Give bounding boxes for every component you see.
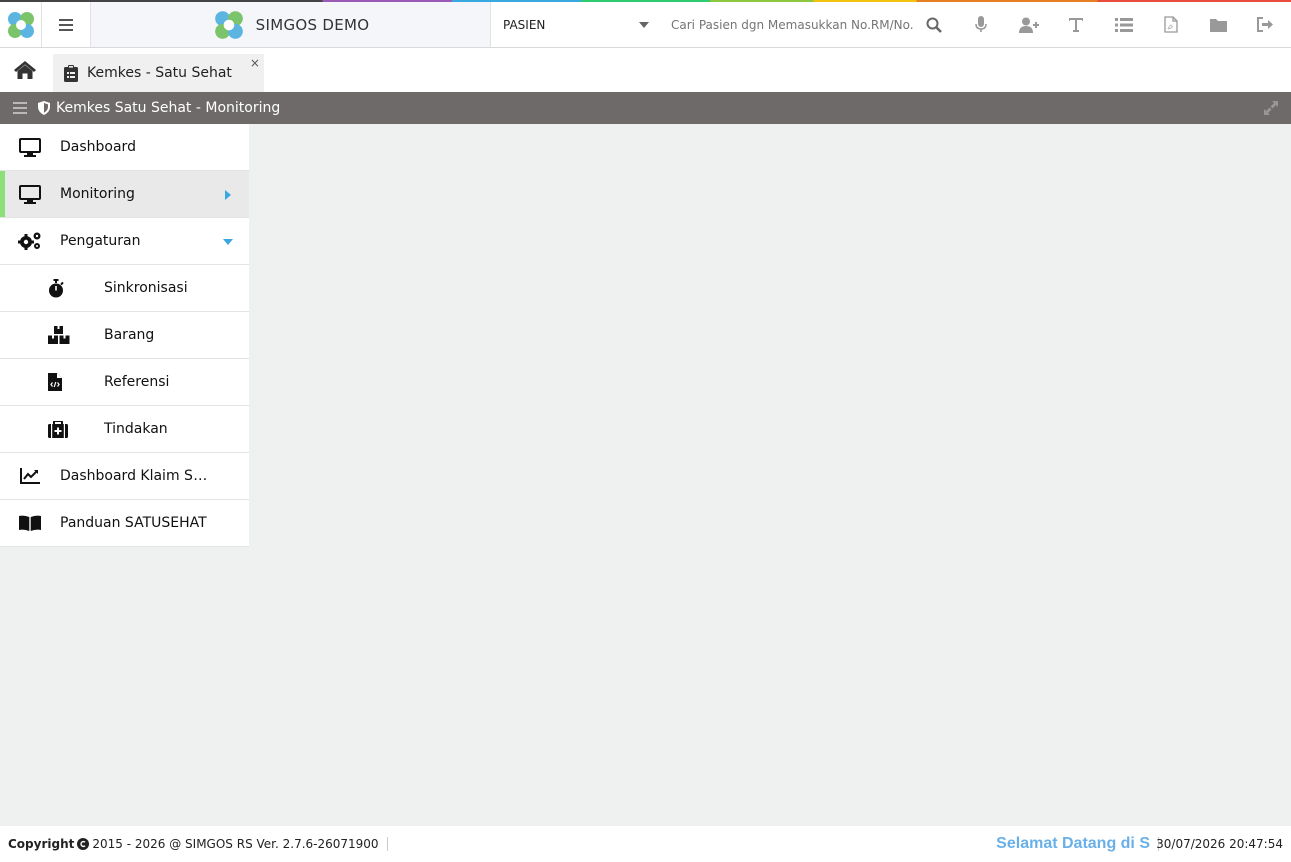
chart-line-icon bbox=[20, 468, 40, 484]
cogs-icon bbox=[18, 232, 41, 250]
microphone-icon[interactable] bbox=[970, 14, 992, 36]
search-category-value: PASIEN bbox=[503, 17, 546, 32]
shield-icon bbox=[38, 101, 50, 115]
sidebar-item-label: Dashboard bbox=[60, 139, 136, 155]
footer-copyright: Copyright 2015 - 2026 @ SIMGOS RS Ver. 2… bbox=[0, 837, 379, 851]
sidebar-item-dashboard[interactable]: Dashboard bbox=[0, 124, 249, 171]
patient-search-input[interactable] bbox=[671, 17, 913, 32]
add-user-icon[interactable] bbox=[1018, 14, 1040, 36]
stopwatch-icon bbox=[49, 278, 64, 297]
monitor-icon bbox=[19, 184, 41, 204]
sign-out-icon[interactable] bbox=[1255, 14, 1277, 36]
tab-close-icon[interactable]: × bbox=[250, 56, 260, 70]
monitor-icon bbox=[19, 137, 41, 157]
menu-toggle-button[interactable] bbox=[42, 2, 91, 47]
caret-right-icon bbox=[225, 190, 231, 200]
welcome-text: Selamat Datang di S bbox=[996, 835, 1150, 852]
search-category-select[interactable]: PASIEN bbox=[491, 2, 661, 47]
tab-kemkes-satu-sehat[interactable]: Kemkes - Satu Sehat × bbox=[53, 54, 264, 92]
list-icon[interactable] bbox=[1113, 14, 1135, 36]
copyright-icon bbox=[77, 838, 90, 850]
pdf-icon[interactable] bbox=[1160, 14, 1182, 36]
brand-name: SIMGOS DEMO bbox=[255, 15, 370, 34]
sidebar-item-monitoring[interactable]: Monitoring bbox=[0, 171, 249, 218]
sidebar-item-panduan[interactable]: Panduan SATUSEHAT bbox=[0, 500, 249, 547]
sidebar: Dashboard Monitoring Pengaturan Sinkroni… bbox=[0, 124, 249, 547]
app-logo[interactable] bbox=[0, 2, 42, 47]
text-icon[interactable] bbox=[1065, 14, 1087, 36]
clipboard-icon bbox=[64, 64, 78, 82]
file-code-icon bbox=[48, 373, 62, 391]
sidebar-item-label: Referensi bbox=[104, 374, 170, 390]
folder-icon[interactable] bbox=[1208, 14, 1230, 36]
tab-bar: Kemkes - Satu Sehat × bbox=[0, 48, 1291, 92]
sidebar-item-sinkronisasi[interactable]: Sinkronisasi bbox=[0, 265, 249, 312]
footer: Copyright 2015 - 2026 @ SIMGOS RS Ver. 2… bbox=[0, 826, 1291, 862]
toolbar-icons bbox=[913, 2, 1291, 47]
sidebar-item-label: Panduan SATUSEHAT bbox=[60, 515, 207, 531]
home-icon bbox=[14, 61, 36, 79]
sidebar-item-label: Barang bbox=[104, 327, 155, 343]
expand-icon[interactable] bbox=[1263, 100, 1279, 116]
sidebar-item-label: Sinkronisasi bbox=[104, 280, 188, 296]
sidebar-item-tindakan[interactable]: Tindakan bbox=[0, 406, 249, 453]
hamburger-icon bbox=[59, 18, 73, 31]
tab-label: Kemkes - Satu Sehat bbox=[87, 65, 232, 81]
search-icon[interactable] bbox=[923, 14, 945, 36]
top-bar: SIMGOS DEMO PASIEN bbox=[0, 2, 1291, 48]
sidebar-item-pengaturan[interactable]: Pengaturan bbox=[0, 218, 249, 265]
chevron-down-icon bbox=[639, 21, 649, 28]
sidebar-item-label: Dashboard Klaim SATUSEHAT bbox=[60, 468, 210, 484]
sidebar-item-dashboard-klaim[interactable]: Dashboard Klaim SATUSEHAT bbox=[0, 453, 249, 500]
sidebar-item-barang[interactable]: Barang bbox=[0, 312, 249, 359]
brand-logo-icon bbox=[214, 10, 243, 39]
page-title: Kemkes Satu Sehat - Monitoring bbox=[56, 100, 281, 116]
medkit-icon bbox=[48, 420, 68, 438]
boxes-icon bbox=[48, 326, 70, 344]
footer-divider bbox=[386, 837, 388, 851]
logo-icon bbox=[7, 11, 34, 38]
sidebar-item-label: Tindakan bbox=[104, 421, 168, 437]
home-button[interactable] bbox=[0, 48, 50, 92]
caret-down-icon bbox=[223, 239, 233, 245]
datetime-clock: 30/07/2026 20:47:54 bbox=[1156, 837, 1283, 851]
copyright-text: 2015 - 2026 @ SIMGOS RS Ver. 2.7.6-26071… bbox=[92, 837, 379, 851]
sidebar-item-label: Monitoring bbox=[60, 186, 135, 202]
sidebar-item-label: Pengaturan bbox=[60, 233, 141, 249]
content-title-bar: Kemkes Satu Sehat - Monitoring bbox=[0, 92, 1291, 124]
sidebar-item-referensi[interactable]: Referensi bbox=[0, 359, 249, 406]
patient-search bbox=[661, 2, 913, 47]
book-icon bbox=[19, 515, 41, 531]
copyright-label: Copyright bbox=[8, 837, 75, 851]
hamburger-icon[interactable] bbox=[12, 102, 28, 114]
brand[interactable]: SIMGOS DEMO bbox=[91, 2, 491, 47]
